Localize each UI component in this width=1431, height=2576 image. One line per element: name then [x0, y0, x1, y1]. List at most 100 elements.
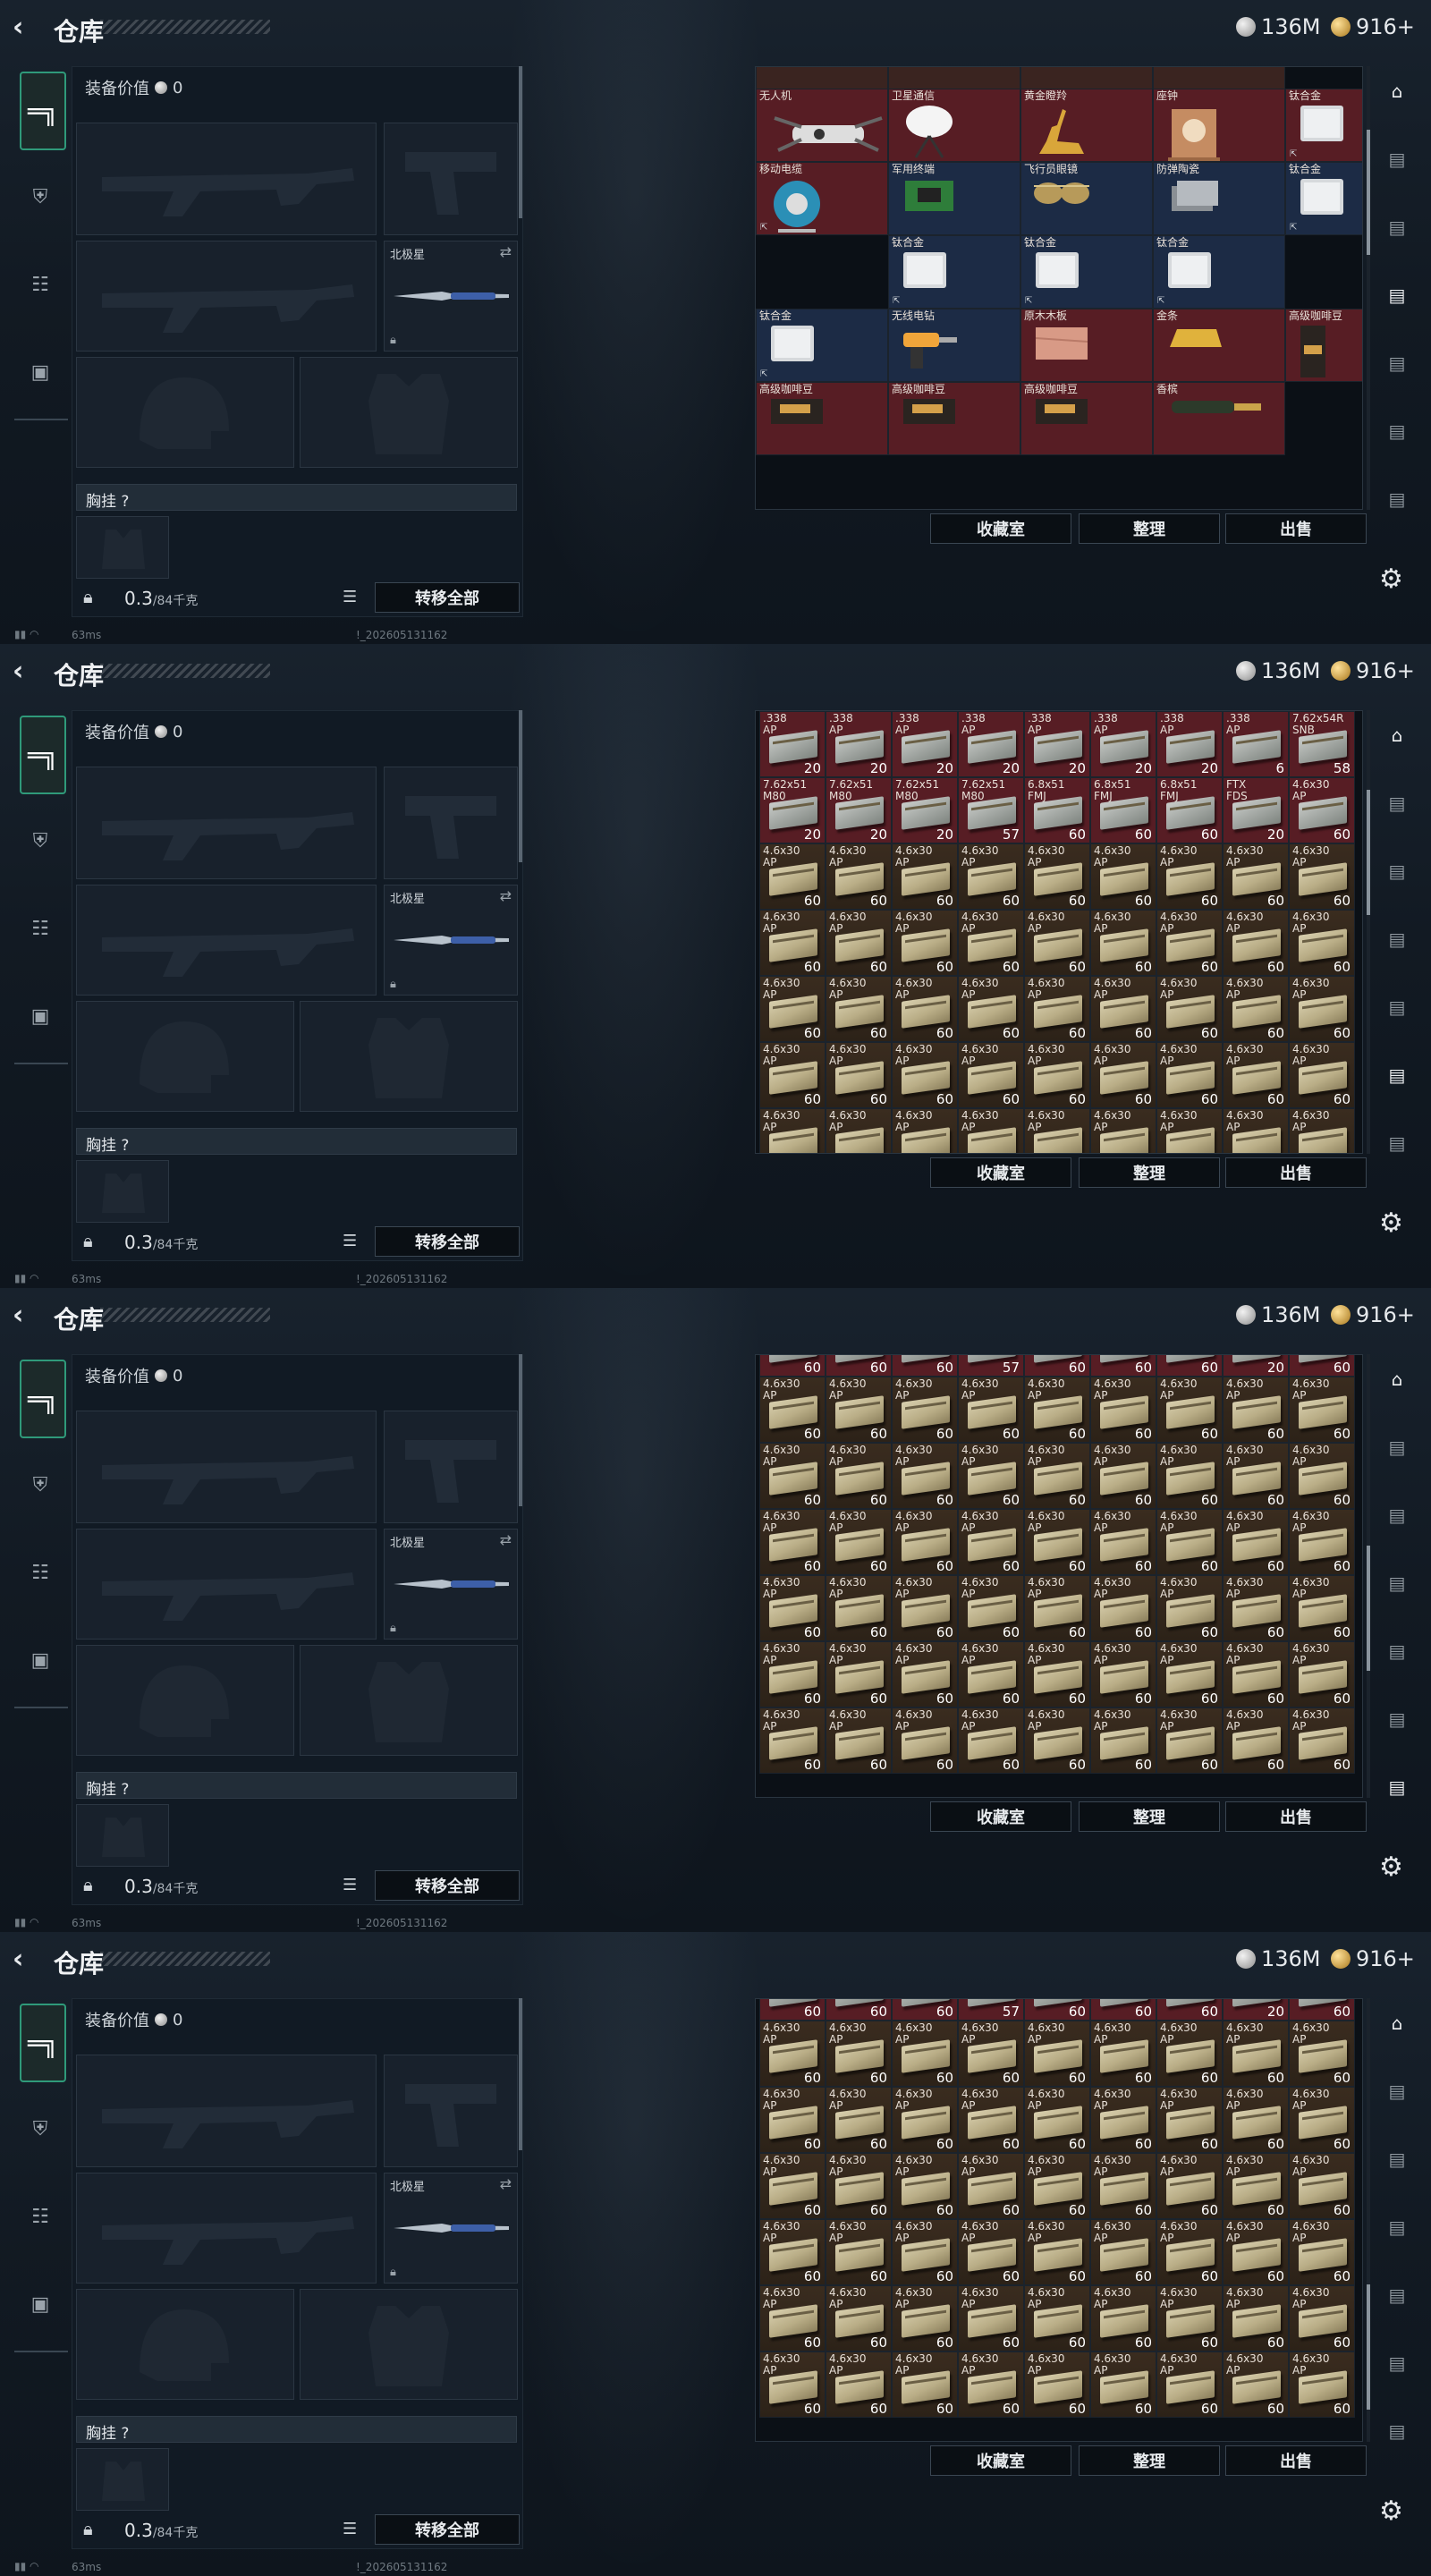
- ammo-stack[interactable]: 4.6x30 AP60: [1024, 2087, 1090, 2153]
- ammo-stack[interactable]: 4.6x30 AP60: [1090, 843, 1156, 910]
- ammo-stack[interactable]: 4.6x30 AP60: [892, 1377, 958, 1443]
- chest-rig-slot[interactable]: [76, 2448, 169, 2511]
- chest-rig-slot[interactable]: [76, 1804, 169, 1867]
- helmet-slot[interactable]: [76, 1001, 294, 1112]
- gear-icon[interactable]: ⚙: [1379, 1852, 1403, 1883]
- ammo-stack[interactable]: 60: [1289, 1999, 1355, 2021]
- ammo-stack[interactable]: 4.6x30 AP60: [826, 2087, 892, 2153]
- ammo-stack[interactable]: 4.6x30 AP60: [1156, 2219, 1223, 2285]
- ammo-stack[interactable]: 60: [892, 1999, 958, 2021]
- sell-button[interactable]: 出售: [1225, 1157, 1367, 1188]
- ammo-stack[interactable]: 7.62x51 M80 20: [759, 777, 826, 843]
- ammo-stack[interactable]: 4.6x30 AP60: [826, 1377, 892, 1443]
- sort-button[interactable]: 整理: [1079, 2445, 1220, 2476]
- ammo-stack[interactable]: 4.6x30 AP60: [759, 2153, 826, 2219]
- ammo-stack[interactable]: FTX FDS 20: [1223, 777, 1289, 843]
- ammo-stack[interactable]: 4.6x30 AP60: [892, 2285, 958, 2351]
- sort-button[interactable]: 整理: [1079, 513, 1220, 544]
- ammo-stack[interactable]: 4.6x30 AP60: [759, 910, 826, 976]
- ammo-stack[interactable]: 4.6x30 AP60: [759, 1575, 826, 1641]
- ammo-stack[interactable]: 4.6x30 AP60: [958, 2219, 1024, 2285]
- primary-weapon-slot[interactable]: [76, 2055, 377, 2167]
- ammo-stack[interactable]: 4.6x30 AP60: [1289, 910, 1355, 976]
- ammo-stack[interactable]: 4.6x30 AP60: [1223, 1509, 1289, 1575]
- ammo-stack[interactable]: 4.6x30 AP60: [1090, 1443, 1156, 1509]
- ammo-stack[interactable]: 4.6x30 AP60: [1223, 2351, 1289, 2418]
- ammo-stack[interactable]: 60: [1156, 1999, 1223, 2021]
- stash-item[interactable]: 黄金瞪羚: [1020, 89, 1153, 162]
- ammo-stack[interactable]: 4.6x30 AP60: [826, 1641, 892, 1707]
- secondary-weapon-slot[interactable]: [76, 1529, 377, 1640]
- stash-tab-5[interactable]: ▤: [1374, 2343, 1420, 2383]
- ammo-stack[interactable]: 4.6x30 AP60: [1024, 2285, 1090, 2351]
- ammo-stack[interactable]: 4.6x30 AP60: [759, 1377, 826, 1443]
- ammo-stack[interactable]: 4.6x30 AP60: [1289, 1443, 1355, 1509]
- tab-clipboard[interactable]: ☷: [18, 265, 63, 304]
- ammo-stack[interactable]: 4.6x30 AP60: [892, 2021, 958, 2087]
- swap-icon[interactable]: ⇄: [500, 1531, 512, 1548]
- ammo-stack[interactable]: 4.6x30 AP60: [892, 910, 958, 976]
- stash-tab-6[interactable]: ▤: [1374, 1767, 1420, 1807]
- stash-tab-1[interactable]: ▤: [1374, 784, 1420, 823]
- ammo-stack[interactable]: 4.6x30 AP60: [1090, 1377, 1156, 1443]
- ammo-stack[interactable]: 4.6x30 AP60: [958, 2153, 1024, 2219]
- sort-button[interactable]: 整理: [1079, 1157, 1220, 1188]
- ammo-stack[interactable]: 4.6x30 AP60: [1289, 1108, 1355, 1153]
- ammo-stack[interactable]: 4.6x30 AP60: [1223, 1042, 1289, 1108]
- ammo-stack[interactable]: 4.6x30 AP60: [1024, 843, 1090, 910]
- ammo-stack[interactable]: 4.6x30 AP60: [759, 1108, 826, 1153]
- ammo-stack[interactable]: 60: [826, 1999, 892, 2021]
- chest-rig-header[interactable]: 胸挂 ?: [76, 484, 517, 511]
- chest-rig-header[interactable]: 胸挂 ?: [76, 1128, 517, 1155]
- ammo-stack[interactable]: 4.6x30 AP60: [892, 1108, 958, 1153]
- ammo-stack[interactable]: 4.6x30 AP60: [1024, 1575, 1090, 1641]
- stash-item[interactable]: 飞行员眼镜: [1020, 162, 1153, 235]
- stash-tab-home[interactable]: ⌂: [1374, 2004, 1420, 2043]
- transfer-all-button[interactable]: 转移全部: [375, 1870, 520, 1901]
- ammo-stack[interactable]: .338 AP 20: [1090, 711, 1156, 777]
- ammo-stack[interactable]: 4.6x30 AP60: [759, 1042, 826, 1108]
- ammo-stack[interactable]: 4.6x30 AP60: [1024, 1108, 1090, 1153]
- ammo-stack[interactable]: 4.6x30 AP60: [759, 1641, 826, 1707]
- ammo-stack[interactable]: 4.6x30 AP60: [1090, 2087, 1156, 2153]
- ammo-stack[interactable]: 4.6x30 AP60: [759, 2351, 826, 2418]
- ammo-stack[interactable]: 4.6x30 AP60: [1024, 1641, 1090, 1707]
- ammo-stack[interactable]: 4.6x30 AP60: [1289, 777, 1355, 843]
- ammo-stack[interactable]: 4.6x30 AP60: [1223, 976, 1289, 1042]
- stash-item[interactable]: 高级咖啡豆: [1285, 309, 1362, 382]
- ammo-stack[interactable]: 4.6x30 AP60: [892, 976, 958, 1042]
- ammo-stack[interactable]: 4.6x30 AP60: [1156, 1377, 1223, 1443]
- ammo-stack[interactable]: 4.6x30 AP60: [1090, 1641, 1156, 1707]
- ammo-stack[interactable]: 4.6x30 AP60: [1156, 843, 1223, 910]
- ammo-stack[interactable]: 4.6x30 AP60: [1223, 2153, 1289, 2219]
- ammo-stack[interactable]: 4.6x30 AP60: [1156, 2285, 1223, 2351]
- ammo-stack[interactable]: 4.6x30 AP60: [826, 843, 892, 910]
- ammo-stack[interactable]: 57: [958, 1999, 1024, 2021]
- stash-item[interactable]: 香槟: [1153, 382, 1285, 455]
- ammo-stack[interactable]: 4.6x30 AP60: [826, 1108, 892, 1153]
- stash-item[interactable]: 钛合金 ⇱: [756, 309, 888, 382]
- ammo-stack[interactable]: 4.6x30 AP60: [1156, 2153, 1223, 2219]
- ammo-stack[interactable]: 60: [1024, 1999, 1090, 2021]
- ammo-stack[interactable]: 4.6x30 AP60: [892, 1042, 958, 1108]
- primary-weapon-slot[interactable]: [76, 123, 377, 235]
- ammo-stack[interactable]: 4.6x30 AP60: [892, 1641, 958, 1707]
- ammo-stack[interactable]: 4.6x30 AP60: [1156, 1575, 1223, 1641]
- ammo-stack[interactable]: 60: [1156, 1355, 1223, 1377]
- ammo-stack[interactable]: 4.6x30 AP60: [1156, 2351, 1223, 2418]
- melee-slot[interactable]: 北极星 ⇄ 🔒︎: [384, 2173, 518, 2284]
- ammo-stack[interactable]: 4.6x30 AP60: [1289, 2021, 1355, 2087]
- ammo-stack[interactable]: 4.6x30 AP60: [1090, 1042, 1156, 1108]
- ammo-stack[interactable]: 6.8x51 FMJ 60: [1156, 777, 1223, 843]
- ammo-stack[interactable]: 4.6x30 AP60: [958, 2021, 1024, 2087]
- collection-room-button[interactable]: 收藏室: [930, 1801, 1071, 1832]
- ammo-stack[interactable]: 4.6x30 AP60: [958, 2351, 1024, 2418]
- ammo-stack[interactable]: 4.6x30 AP60: [1156, 1509, 1223, 1575]
- ammo-stack[interactable]: 4.6x30 AP60: [892, 2219, 958, 2285]
- stash-tab-3[interactable]: ▤: [1374, 2207, 1420, 2247]
- ammo-stack[interactable]: 7.62x54R SNB 58: [1289, 711, 1355, 777]
- collection-room-button[interactable]: 收藏室: [930, 513, 1071, 544]
- ammo-stack[interactable]: 4.6x30 AP60: [826, 2219, 892, 2285]
- ammo-stack[interactable]: 4.6x30 AP60: [1223, 1641, 1289, 1707]
- list-icon[interactable]: ☰: [343, 1876, 357, 1894]
